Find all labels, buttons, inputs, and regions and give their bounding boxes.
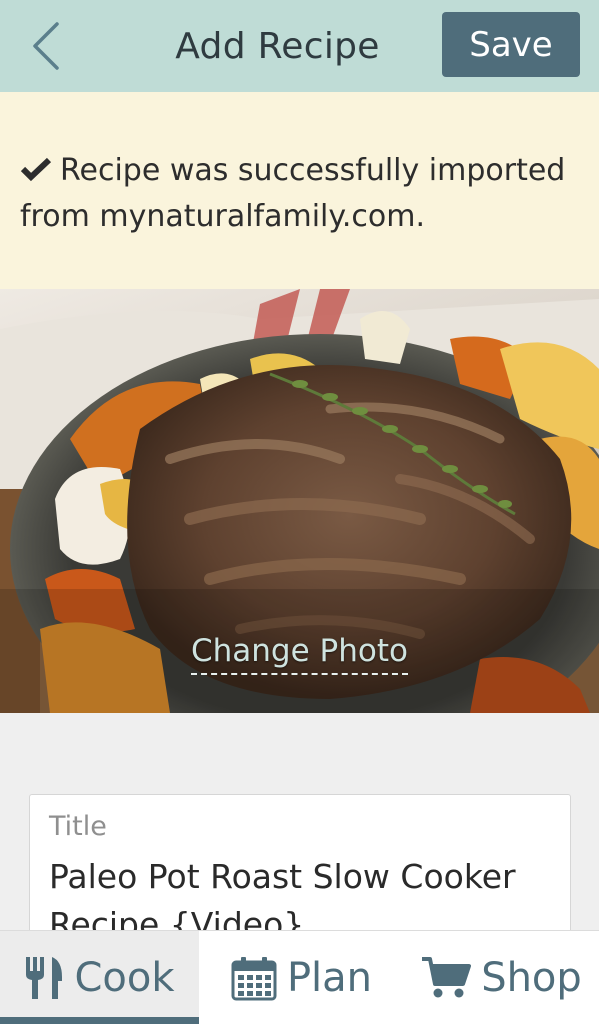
tab-plan-label: Plan — [286, 955, 373, 1001]
calendar-icon — [231, 957, 277, 1001]
cart-icon — [422, 957, 472, 998]
tab-cook-label: Cook — [74, 955, 175, 1001]
tab-shop[interactable]: Shop — [404, 931, 599, 1024]
banner-message: Recipe was successfully imported from my… — [20, 153, 566, 234]
tab-cook[interactable]: Cook — [0, 931, 199, 1024]
tab-plan[interactable]: Plan — [199, 931, 404, 1024]
change-photo-link[interactable]: Change Photo — [0, 633, 599, 675]
save-button[interactable]: Save — [442, 12, 580, 77]
title-field-label: Title — [49, 811, 107, 842]
utensils-icon — [26, 957, 63, 999]
import-success-banner: Recipe was successfully imported from my… — [0, 92, 599, 289]
check-icon — [20, 157, 52, 182]
bottom-nav: Cook Plan Shop — [0, 930, 599, 1024]
top-bar: Add Recipe Save — [0, 0, 599, 92]
change-photo-label[interactable]: Change Photo — [191, 633, 408, 675]
tab-shop-label: Shop — [481, 955, 582, 1001]
active-tab-indicator — [0, 1017, 199, 1024]
